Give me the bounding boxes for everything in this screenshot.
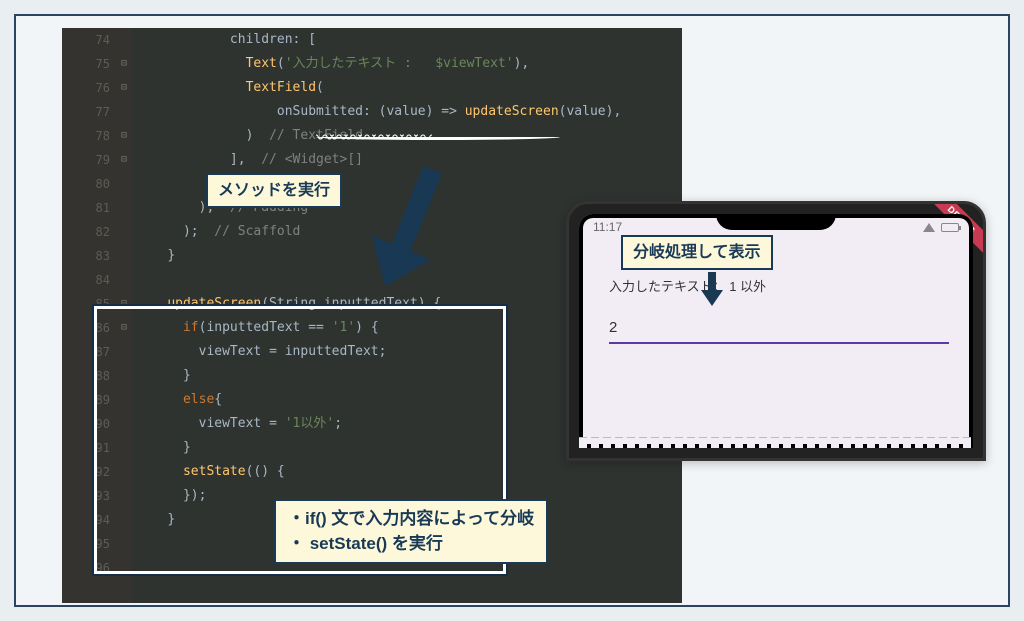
line-number: 96 xyxy=(62,556,110,580)
code-text: } xyxy=(167,512,175,527)
signal-icon xyxy=(923,223,935,232)
code-comment: // <Widget>[] xyxy=(261,152,363,167)
code-text: '1以外' xyxy=(285,416,334,431)
line-number: 79 xyxy=(62,148,110,172)
phone-status-icons xyxy=(923,223,959,232)
code-text: { xyxy=(214,392,222,407)
fold-marker[interactable]: ⊟ xyxy=(116,316,132,340)
line-number-gutter: 74 75 76 77 78 79 80 81 82 83 84 85 86 8… xyxy=(62,28,116,603)
fold-marker[interactable] xyxy=(116,28,132,52)
arrow-to-phone-result xyxy=(701,272,723,306)
code-text: '1' xyxy=(332,320,355,335)
line-number: 78 xyxy=(62,124,110,148)
code-text: (inputtedText == xyxy=(199,320,332,335)
code-text: } xyxy=(183,368,191,383)
line-number: 76 xyxy=(62,76,110,100)
code-text: setState xyxy=(183,464,246,479)
line-number: 80 xyxy=(62,172,110,196)
code-text: updateScreen xyxy=(465,104,559,119)
code-text: children: [ xyxy=(230,32,316,47)
line-number: 94 xyxy=(62,508,110,532)
code-text: updateScreen xyxy=(167,296,261,311)
phone-result-label: 入力したテキスト： 1 以外 xyxy=(609,276,949,295)
callout-branch-display: 分岐処理して表示 xyxy=(621,235,773,270)
line-number: 75 xyxy=(62,52,110,76)
battery-icon xyxy=(941,223,959,232)
code-text: (() { xyxy=(246,464,285,479)
code-text: Text xyxy=(246,56,277,71)
code-text: ), xyxy=(514,56,530,71)
line-number: 81 xyxy=(62,196,110,220)
callout-method-execute: メソッドを実行 xyxy=(206,173,342,208)
code-text: onSubmitted: (value) => xyxy=(277,104,465,119)
code-text: ( xyxy=(316,80,324,95)
code-text: }); xyxy=(183,488,206,503)
code-comment: // Scaffold xyxy=(214,224,300,239)
code-text: ( xyxy=(277,56,285,71)
code-text: ); xyxy=(183,224,214,239)
code-text: (value), xyxy=(559,104,622,119)
code-keyword: else xyxy=(183,392,214,407)
line-number: 88 xyxy=(62,364,110,388)
phone-notch xyxy=(716,214,836,230)
line-number: 87 xyxy=(62,340,110,364)
fold-marker[interactable]: ⊟ xyxy=(116,292,132,316)
code-text: } xyxy=(167,248,175,263)
line-number: 95 xyxy=(62,532,110,556)
line-number: 84 xyxy=(62,268,110,292)
fold-marker[interactable]: ⊟ xyxy=(116,52,132,76)
callout-if-setstate-note: ・if() 文で入力内容によって分岐 ・ setState() を実行 xyxy=(274,499,548,564)
line-number: 82 xyxy=(62,220,110,244)
line-number: 85 xyxy=(62,292,110,316)
code-text: } xyxy=(183,440,191,455)
line-number: 83 xyxy=(62,244,110,268)
line-number: 77 xyxy=(62,100,110,124)
phone-clock: 11:17 xyxy=(593,220,622,234)
code-keyword: if xyxy=(183,320,199,335)
code-text: TextField xyxy=(246,80,316,95)
code-text: viewText = xyxy=(199,416,285,431)
line-number: 89 xyxy=(62,388,110,412)
line-number: 91 xyxy=(62,436,110,460)
line-number: 86 xyxy=(62,316,110,340)
line-number: 93 xyxy=(62,484,110,508)
code-text: ], xyxy=(230,152,261,167)
line-number: 74 xyxy=(62,28,110,52)
fold-marker[interactable]: ⊟ xyxy=(116,148,132,172)
line-number: 90 xyxy=(62,412,110,436)
wavy-underline-annotation xyxy=(316,134,560,140)
code-text: '入力したテキスト : $viewText' xyxy=(285,56,514,71)
phone-text-input[interactable] xyxy=(609,317,949,344)
code-text: ; xyxy=(334,416,342,431)
line-number: 92 xyxy=(62,460,110,484)
code-text: ) { xyxy=(355,320,378,335)
diagram-frame: 74 75 76 77 78 79 80 81 82 83 84 85 86 8… xyxy=(14,14,1010,607)
fold-marker[interactable]: ⊟ xyxy=(116,124,132,148)
code-text: viewText = inputtedText; xyxy=(199,344,387,359)
torn-edge-decoration xyxy=(579,438,973,448)
fold-marker[interactable]: ⊟ xyxy=(116,76,132,100)
code-text: ) xyxy=(246,128,269,143)
fold-column: ⊟ ⊟ ⊟ ⊟ ⊟ ⊟ xyxy=(116,28,132,603)
